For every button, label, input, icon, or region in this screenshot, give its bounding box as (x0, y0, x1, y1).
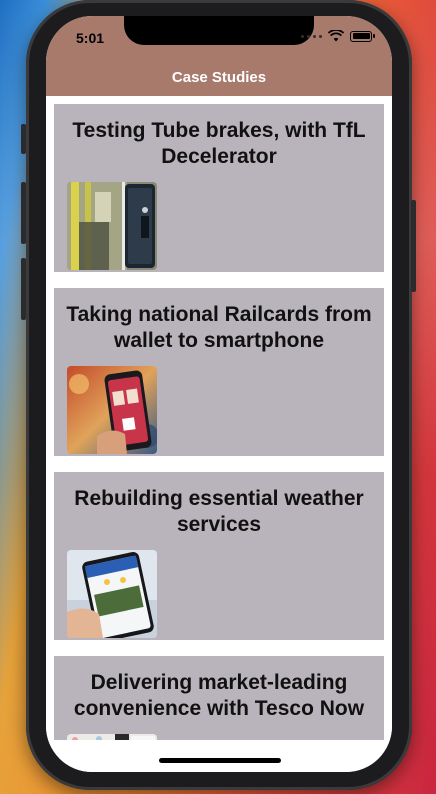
page-title: Case Studies (171, 69, 267, 86)
case-study-title: Delivering market-leading convenience wi… (73, 671, 365, 720)
case-study-card[interactable]: Testing Tube brakes, with TfL Decelerato… (54, 104, 384, 272)
cellular-signal-icon (301, 34, 322, 38)
power-button (411, 200, 416, 292)
silent-switch (21, 124, 26, 154)
notch (124, 16, 314, 45)
case-study-title: Rebuilding essential weather services (74, 487, 364, 536)
case-studies-list[interactable]: Testing Tube brakes, with TfL Decelerato… (46, 96, 392, 740)
volume-down-button (21, 258, 26, 320)
status-icons (301, 30, 375, 42)
case-study-thumbnail (67, 182, 157, 270)
navigation-header: 5:01 Case Studies (46, 16, 392, 96)
volume-up-button (21, 182, 26, 244)
case-study-card[interactable]: Rebuilding essential weather services (54, 472, 384, 640)
home-indicator-area (46, 740, 392, 772)
phone-screen: 5:01 Case Studies Testing Tube brakes, w… (46, 16, 392, 772)
case-study-card[interactable]: Delivering market-leading convenience wi… (54, 656, 384, 740)
status-time: 5:01 (76, 30, 105, 46)
case-study-thumbnail (67, 550, 157, 638)
home-indicator[interactable] (159, 758, 281, 763)
case-study-title: Testing Tube brakes, with TfL Decelerato… (72, 119, 366, 168)
case-study-card[interactable]: Taking national Railcards from wallet to… (54, 288, 384, 456)
case-study-thumbnail (67, 366, 157, 454)
case-study-title: Taking national Railcards from wallet to… (66, 303, 372, 352)
wifi-icon (328, 30, 344, 42)
battery-icon (350, 30, 375, 42)
